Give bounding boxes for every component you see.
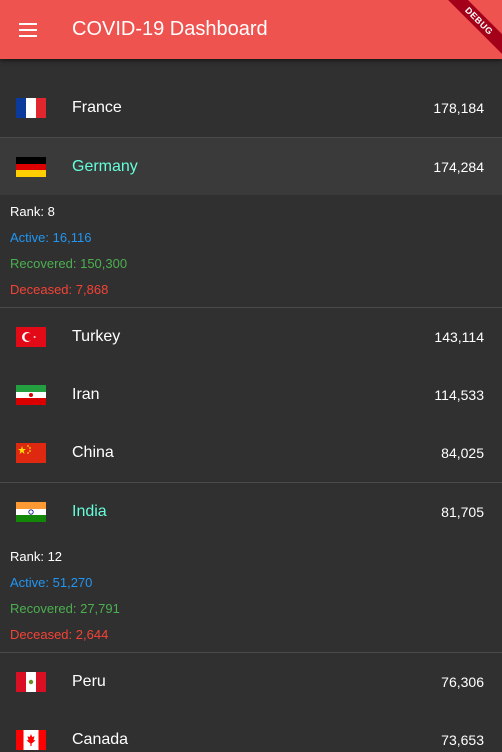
turkey-flag-icon (16, 327, 46, 347)
app-bar: COVID-19 Dashboard (0, 0, 502, 59)
country-row-france[interactable]: France 178,184 (0, 79, 502, 137)
canada-flag-icon (16, 730, 46, 750)
iran-flag-icon (16, 385, 46, 405)
country-name: China (72, 444, 114, 461)
country-details-germany: Rank: 8 Active: 16,116 Recovered: 150,30… (0, 195, 502, 308)
case-count: 143,114 (434, 329, 484, 345)
country-list: France 178,184 Germany 174,284 Rank: 8 A… (0, 79, 502, 752)
recovered-text: Recovered: 150,300 (10, 256, 128, 271)
country-name: India (72, 502, 107, 520)
recovered-text: Recovered: 27,791 (10, 601, 120, 616)
country-row-canada[interactable]: Canada 73,653 (0, 711, 502, 752)
case-count: 81,705 (441, 503, 484, 520)
active-text: Active: 51,270 (10, 575, 93, 590)
debug-banner: DEBUG (432, 0, 502, 70)
case-count: 84,025 (441, 445, 484, 461)
country-row-india[interactable]: India 81,705 (0, 482, 502, 540)
app-title: COVID-19 Dashboard (72, 18, 268, 40)
germany-flag-icon (16, 156, 46, 177)
china-flag-icon (16, 443, 46, 463)
country-row-china[interactable]: China 84,025 (0, 424, 502, 482)
case-count: 76,306 (441, 674, 484, 690)
debug-label: DEBUG (442, 0, 502, 58)
case-count: 73,653 (441, 732, 484, 748)
country-name: Turkey (72, 328, 121, 345)
country-details-india: Rank: 12 Active: 51,270 Recovered: 27,79… (0, 540, 502, 653)
country-name: Germany (72, 157, 138, 175)
country-name: France (72, 99, 122, 116)
case-count: 114,533 (434, 387, 484, 403)
rank-text: Rank: 8 (10, 204, 55, 219)
case-count: 178,184 (433, 100, 484, 116)
country-row-turkey[interactable]: Turkey 143,114 (0, 308, 502, 366)
france-flag-icon (16, 98, 46, 118)
case-count: 174,284 (433, 158, 484, 175)
deceased-text: Deceased: 7,868 (10, 282, 109, 297)
menu-icon[interactable] (0, 0, 56, 59)
active-text: Active: 16,116 (10, 230, 92, 245)
country-row-iran[interactable]: Iran 114,533 (0, 366, 502, 424)
country-name: Peru (72, 673, 106, 690)
country-row-germany[interactable]: Germany 174,284 (0, 137, 502, 195)
country-name: Canada (72, 731, 129, 748)
country-row-peru[interactable]: Peru 76,306 (0, 653, 502, 711)
rank-text: Rank: 12 (10, 549, 63, 564)
country-name: Iran (72, 386, 100, 403)
india-flag-icon (16, 501, 46, 522)
peru-flag-icon (16, 672, 46, 692)
deceased-text: Deceased: 2,644 (10, 627, 109, 642)
